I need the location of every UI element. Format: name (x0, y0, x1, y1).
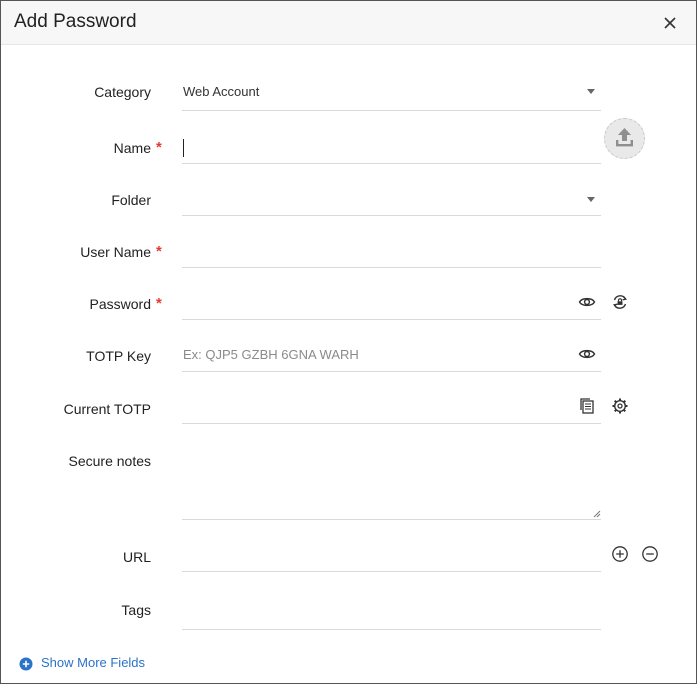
add-password-dialog: Add Password Category Web Account Name *… (0, 0, 697, 684)
current-totp-row: Current TOTP (1, 396, 697, 426)
dialog-title: Add Password (14, 11, 137, 32)
password-required-mark: * (156, 295, 162, 312)
category-select[interactable]: Web Account (182, 77, 601, 111)
chevron-down-icon (587, 197, 595, 202)
category-label: Category (94, 84, 151, 100)
upload-icon-button[interactable] (604, 118, 645, 159)
chevron-down-icon (587, 89, 595, 94)
close-icon[interactable] (661, 14, 679, 32)
tags-label: Tags (121, 602, 151, 618)
folder-select[interactable] (182, 188, 601, 216)
password-input[interactable] (182, 292, 601, 320)
name-input[interactable] (182, 136, 601, 164)
folder-row: Folder (1, 188, 697, 218)
totp-key-input[interactable]: Ex: QJP5 GZBH 6GNA WARH (182, 344, 601, 372)
category-row: Category Web Account (1, 77, 697, 113)
generate-password-icon[interactable] (611, 293, 629, 311)
text-caret (183, 139, 184, 157)
totp-key-label: TOTP Key (86, 348, 151, 364)
add-circle-icon[interactable] (611, 545, 629, 563)
gear-icon[interactable] (611, 397, 629, 415)
password-label: Password (89, 296, 151, 312)
plus-circle-icon (19, 657, 33, 671)
username-row: User Name * (1, 240, 697, 270)
copy-icon[interactable] (578, 397, 596, 415)
eye-icon[interactable] (578, 345, 596, 363)
totp-key-placeholder: Ex: QJP5 GZBH 6GNA WARH (183, 347, 359, 362)
resize-handle-icon[interactable] (593, 510, 601, 518)
upload-icon (616, 128, 633, 147)
username-label: User Name (80, 244, 151, 260)
name-row: Name * (1, 136, 697, 166)
remove-circle-icon[interactable] (641, 545, 659, 563)
current-totp-field (182, 396, 601, 424)
username-required-mark: * (156, 243, 162, 260)
tags-input[interactable] (182, 597, 601, 630)
name-required-mark: * (156, 139, 162, 156)
show-more-fields-label: Show More Fields (41, 655, 146, 670)
totp-key-row: TOTP Key Ex: QJP5 GZBH 6GNA WARH (1, 344, 697, 374)
current-totp-label: Current TOTP (63, 401, 151, 417)
eye-icon[interactable] (578, 293, 596, 311)
url-row: URL (1, 544, 697, 574)
secure-notes-textarea[interactable] (182, 446, 601, 520)
name-label: Name (113, 140, 151, 156)
category-value: Web Account (183, 84, 260, 99)
dialog-header: Add Password (1, 1, 696, 45)
username-input[interactable] (182, 240, 601, 268)
secure-notes-label: Secure notes (68, 453, 152, 469)
password-row: Password * (1, 292, 697, 322)
url-input[interactable] (182, 544, 601, 572)
url-label: URL (122, 549, 151, 565)
tags-row: Tags (1, 597, 697, 631)
folder-label: Folder (111, 192, 151, 208)
